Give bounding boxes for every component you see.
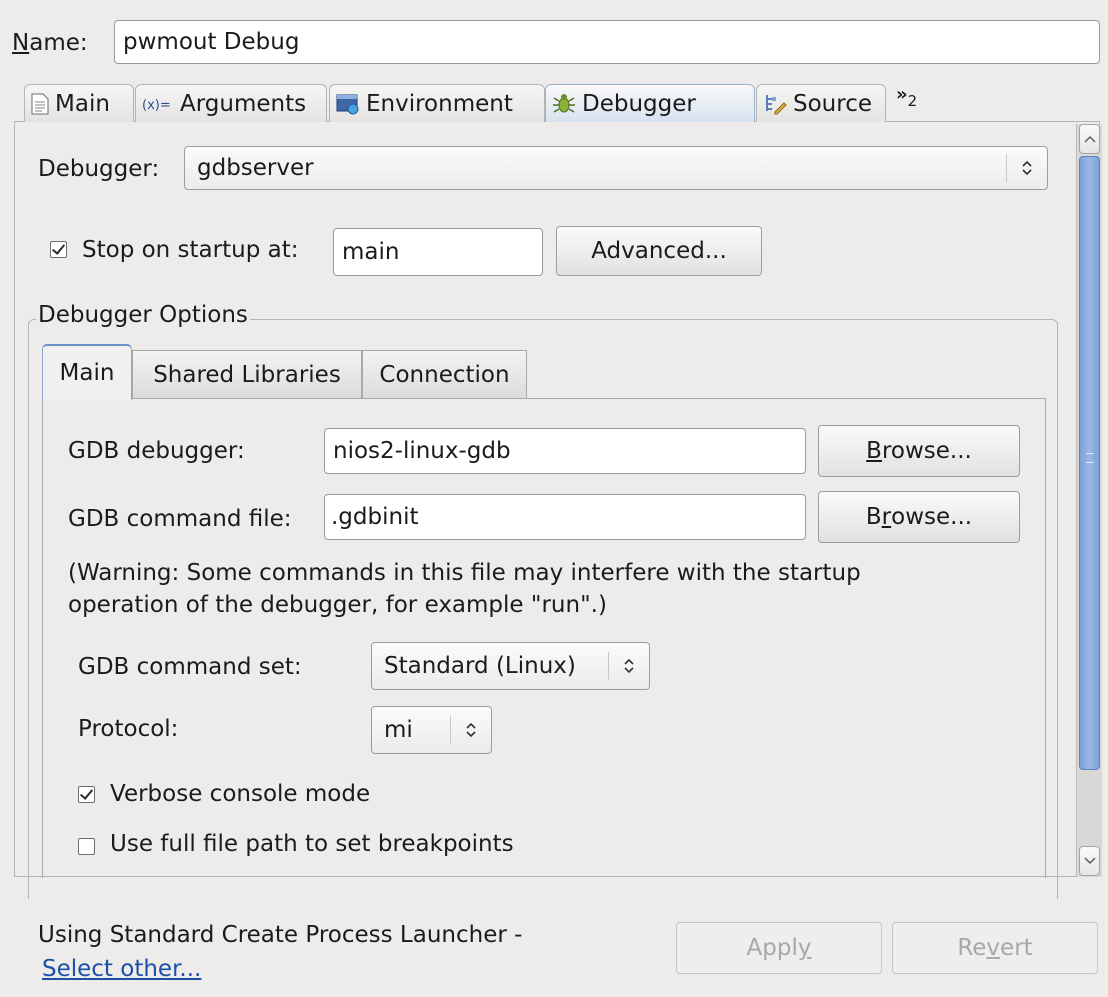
grip-icon [1086,453,1094,463]
tab-main-label: Main [55,90,110,117]
tab-source[interactable]: Source [756,84,886,122]
warning-text-line2: operation of the debugger, for example "… [68,592,607,618]
gdb-debugger-input[interactable]: nios2-linux-gdb [324,428,806,474]
protocol-select[interactable]: mi [371,706,492,754]
chevron-double-right-icon: » [896,84,908,105]
updown-arrow-icon [609,657,649,675]
full-file-path-label: Use full file path to set breakpoints [110,831,514,857]
updown-arrow-icon [451,721,491,739]
stop-on-startup-checkbox[interactable] [50,241,67,258]
gdb-command-file-input[interactable]: .gdbinit [324,494,806,540]
stop-on-startup-value: main [342,239,400,265]
select-other-link[interactable]: Select other... [42,956,201,982]
debugger-label: Debugger: [38,156,160,182]
revert-label-mnemonic: v [986,935,1001,961]
advanced-button[interactable]: Advanced... [556,226,762,276]
scroll-up-button[interactable] [1079,124,1100,154]
revert-label-before: Re [957,935,987,961]
environment-icon [336,93,360,115]
browse-command-file-button[interactable]: Br owse... [818,491,1020,543]
apply-label-before: Appl [746,935,798,961]
subtab-shared-libraries-label: Shared Libraries [153,361,341,388]
subtab-shared-libraries[interactable]: Shared Libraries [132,350,362,398]
tab-debugger-label: Debugger [582,90,696,117]
apply-button[interactable]: Appl y [676,922,882,974]
protocol-value: mi [384,717,413,743]
chevron-up-icon [1083,135,1096,143]
browse-label-after: rowse... [881,438,972,464]
browse-gdb-debugger-button[interactable]: Browse... [818,425,1020,477]
tab-environment[interactable]: Environment [329,84,545,122]
browse2-label-mnemonic: r [881,504,892,530]
subtab-main-label: Main [59,360,115,386]
gdb-debugger-value: nios2-linux-gdb [333,438,511,464]
verbose-console-checkbox[interactable] [78,786,95,803]
updown-arrow-icon [1007,159,1047,177]
gdb-command-file-value: .gdbinit [331,504,419,530]
tab-debugger[interactable]: Debugger [545,84,755,122]
name-input-value: pwmout Debug [123,29,300,55]
revert-button[interactable]: Re v ert [892,922,1098,974]
gdb-command-set-label: GDB command set: [78,654,302,680]
gdb-debugger-label: GDB debugger: [68,438,245,464]
browse2-label-before: B [865,504,882,530]
stop-on-startup-input[interactable]: main [333,228,543,276]
name-label-text: ame: [29,30,88,56]
tab-source-label: Source [793,90,872,117]
gdb-command-file-label: GDB command file: [68,506,292,532]
gdb-command-set-select[interactable]: Standard (Linux) [371,642,650,690]
apply-label-mnemonic: y [797,935,812,961]
arguments-icon: (x)= [142,94,174,114]
subtab-main[interactable]: Main [42,344,132,400]
revert-label-after: ert [1000,935,1033,961]
debugger-select-value: gdbserver [197,155,314,181]
tab-arguments[interactable]: (x)= Arguments [135,84,327,122]
protocol-label: Protocol: [78,716,179,742]
vertical-scrollbar[interactable] [1076,124,1102,877]
svg-text:(x)=: (x)= [142,98,171,113]
chevron-down-icon [1083,857,1096,865]
source-icon [763,92,787,116]
gdb-command-set-value: Standard (Linux) [384,653,576,679]
debugger-select[interactable]: gdbserver [184,146,1048,190]
tab-main[interactable]: Main [24,84,134,122]
scroll-thumb[interactable] [1079,156,1100,770]
stop-on-startup-label: Stop on startup at: [82,237,299,263]
advanced-button-label: Advanced... [591,238,727,264]
name-label-mnemonic: N [12,30,30,56]
name-input[interactable]: pwmout Debug [114,20,1100,64]
bug-icon [552,92,576,116]
launcher-text: Using Standard Create Process Launcher - [38,922,523,948]
debugger-options-title: Debugger Options [36,302,250,328]
scroll-down-button[interactable] [1079,846,1100,876]
subtab-connection[interactable]: Connection [362,350,527,398]
name-label: Name: [12,30,88,56]
tab-environment-label: Environment [366,90,513,117]
subtab-connection-label: Connection [379,361,510,388]
browse-label-mnemonic: B [866,438,882,464]
full-file-path-checkbox[interactable] [78,838,95,855]
tab-arguments-label: Arguments [180,90,307,117]
verbose-console-label: Verbose console mode [110,781,371,807]
tabs-overflow-count: 2 [907,92,918,110]
tabs-overflow-button[interactable]: »2 [896,84,917,110]
document-icon [31,93,49,115]
browse2-label-after: owse... [891,504,973,530]
warning-text-line1: (Warning: Some commands in this file may… [68,560,861,586]
